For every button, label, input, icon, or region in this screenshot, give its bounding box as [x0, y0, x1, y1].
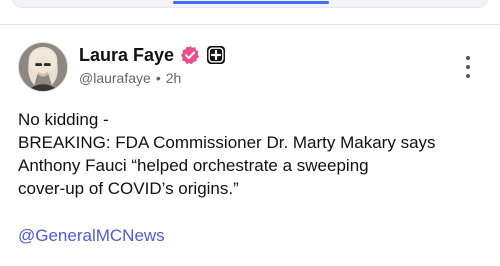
- avatar[interactable]: [18, 42, 68, 92]
- more-vertical-icon: [466, 56, 470, 60]
- plus-badge-icon: [207, 46, 226, 64]
- author-name-row: Laura Faye: [79, 44, 226, 66]
- avatar-image: [19, 43, 67, 91]
- more-vertical-icon-dot: [466, 74, 470, 78]
- header-divider: [0, 24, 500, 25]
- post-body-line: BREAKING: FDA Commissioner Dr. Marty Mak…: [18, 133, 436, 152]
- author-handle[interactable]: @laurafaye: [79, 69, 151, 87]
- more-options-button[interactable]: [460, 54, 476, 80]
- active-tab-indicator: [173, 1, 329, 4]
- author-display-name[interactable]: Laura Faye: [79, 44, 174, 66]
- post-body: No kidding - BREAKING: FDA Commissioner …: [18, 108, 488, 200]
- verified-badge-icon: [180, 45, 200, 65]
- post-timestamp[interactable]: 2h: [166, 69, 182, 87]
- post-body-line: Anthony Fauci “helped orchestrate a swee…: [18, 156, 369, 175]
- top-tab-bar: [12, 0, 488, 8]
- author-meta-row: @laurafaye • 2h: [79, 69, 181, 87]
- mention-link[interactable]: @GeneralMCNews: [18, 224, 165, 247]
- post-body-line: No kidding -: [18, 110, 109, 129]
- more-vertical-icon-dot: [466, 65, 470, 69]
- meta-separator: •: [155, 70, 161, 86]
- post-screen: Laura Faye @laurafaye • 2h No kidding - …: [0, 0, 500, 266]
- post-body-line: cover-up of COVID’s origins.”: [18, 179, 239, 198]
